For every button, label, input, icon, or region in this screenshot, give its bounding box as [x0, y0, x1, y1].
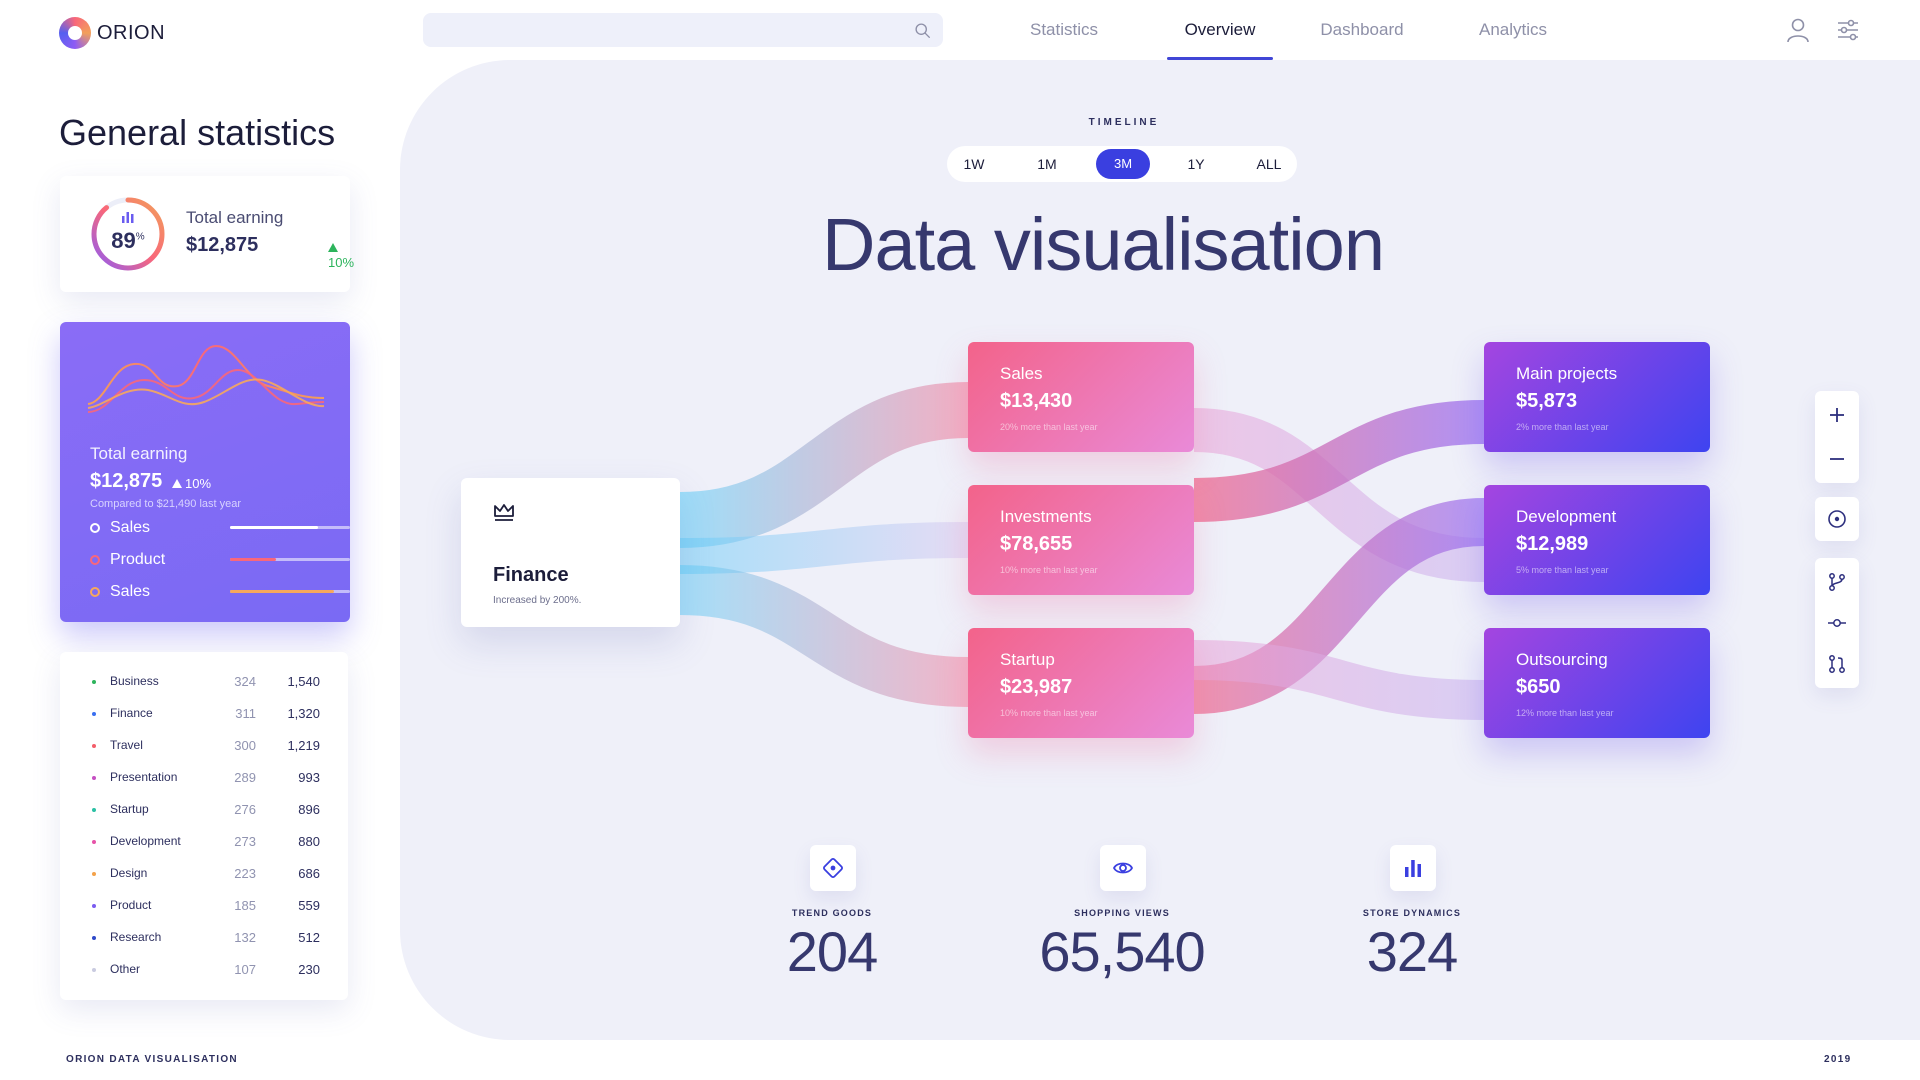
stat-value: 204 [786, 920, 878, 983]
zoom-in-button[interactable] [1815, 393, 1859, 437]
flow-finance-sales [679, 382, 969, 548]
target-icon [823, 858, 843, 878]
stat-trend-goods: TREND GOODS 204 [712, 845, 952, 985]
node-sales[interactable]: Sales $13,430 20% more than last year [968, 342, 1194, 452]
crown-icon [494, 504, 514, 521]
minus-icon [1830, 458, 1844, 460]
node-label: Main projects [1516, 364, 1618, 383]
finance-title: Finance [493, 564, 569, 586]
node-value: $23,987 [1000, 676, 1073, 698]
node-investments[interactable]: Investments $78,655 10% more than last y… [968, 485, 1194, 595]
node-subtitle: 10% more than last year [1000, 565, 1098, 575]
pull-request-button[interactable] [1815, 642, 1859, 686]
footer-year: 2019 [1824, 1054, 1852, 1065]
zoom-controls [1815, 391, 1859, 483]
stat-shopping-views: SHOPPING VIEWS 65,540 [1002, 845, 1242, 985]
node-subtitle: 5% more than last year [1516, 565, 1609, 575]
node-subtitle: 12% more than last year [1516, 708, 1614, 718]
target-circle-icon [1828, 510, 1846, 528]
stat-store-dynamics: STORE DYNAMICS 324 [1292, 845, 1532, 985]
stat-icon-box[interactable] [1390, 845, 1436, 891]
node-value: $5,873 [1516, 390, 1578, 412]
stat-label: TREND GOODS [791, 908, 873, 918]
stat-icon-box[interactable] [1100, 845, 1146, 891]
node-value: $78,655 [1000, 533, 1073, 555]
stat-label: SHOPPING VIEWS [1074, 908, 1170, 918]
node-value: $13,430 [1000, 390, 1073, 412]
node-value: $650 [1516, 676, 1561, 698]
node-label: Development [1516, 507, 1617, 526]
node-subtitle: 10% more than last year [1000, 708, 1098, 718]
stat-value: 65,540 [1039, 920, 1205, 983]
footer-caption: ORION DATA VISUALISATION [66, 1054, 238, 1065]
commit-button[interactable] [1815, 601, 1859, 645]
stat-value: 324 [1366, 920, 1458, 983]
node-startup[interactable]: Startup $23,987 10% more than last year [968, 628, 1194, 738]
node-development[interactable]: Development $12,989 5% more than last ye… [1484, 485, 1710, 595]
flow-finance-investments [679, 522, 969, 574]
node-label: Outsourcing [1516, 650, 1608, 669]
node-subtitle: 20% more than last year [1000, 422, 1098, 432]
center-view-button[interactable] [1815, 497, 1859, 541]
node-value: $12,989 [1516, 533, 1589, 555]
node-outsourcing[interactable]: Outsourcing $650 12% more than last year [1484, 628, 1710, 738]
commit-icon [1828, 619, 1846, 627]
git-controls [1815, 558, 1859, 688]
bar-chart-icon [1405, 860, 1421, 877]
finance-card[interactable]: Finance Increased by 200%. [461, 478, 680, 627]
node-main-projects[interactable]: Main projects $5,873 2% more than last y… [1484, 342, 1710, 452]
node-label: Investments [1000, 507, 1092, 526]
branch-button[interactable] [1815, 560, 1859, 604]
branch-icon [1829, 573, 1845, 591]
zoom-out-button[interactable] [1815, 437, 1859, 481]
plus-icon [1830, 408, 1844, 422]
finance-subtitle: Increased by 200%. [493, 595, 582, 606]
stat-icon-box[interactable] [810, 845, 856, 891]
focus-control [1815, 497, 1859, 541]
node-label: Sales [1000, 364, 1043, 383]
node-label: Startup [1000, 650, 1055, 669]
flow-finance-startup [679, 565, 969, 707]
pull-request-icon [1829, 655, 1845, 673]
stat-label: STORE DYNAMICS [1362, 908, 1462, 918]
eye-icon [1112, 862, 1134, 874]
node-subtitle: 2% more than last year [1516, 422, 1609, 432]
